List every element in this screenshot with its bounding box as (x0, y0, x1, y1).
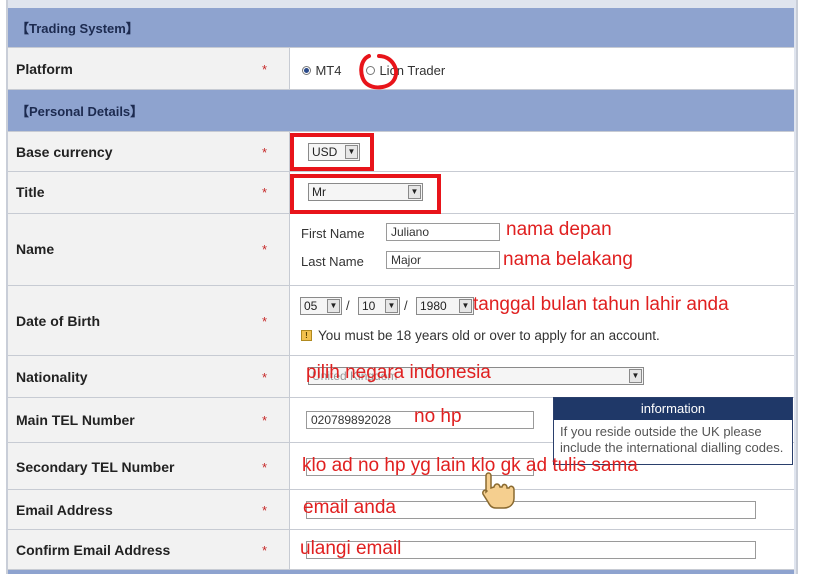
label-cell: Base currency * (8, 132, 290, 171)
label-cell: Title * (8, 172, 290, 213)
base-currency-label: Base currency (16, 144, 113, 160)
select-value: 10 (362, 299, 376, 313)
section-header-next (8, 570, 794, 574)
option-label: MT4 (315, 63, 342, 78)
select-value: 1980 (420, 299, 447, 313)
dob-month-select[interactable]: 10 ▼ (358, 297, 400, 315)
first-name-input[interactable]: Juliano (386, 223, 500, 241)
label-cell: Confirm Email Address * (8, 530, 290, 569)
annotation-first-name: nama depan (506, 219, 612, 240)
label-cell: Main TEL Number * (8, 398, 290, 442)
required-mark: * (262, 503, 268, 518)
annotation-secondary-tel: klo ad no hp yg lain klo gk ad tulis sam… (302, 455, 638, 476)
last-name-label: Last Name (301, 254, 364, 269)
date-separator: / (404, 298, 408, 313)
dob-year-select[interactable]: 1980 ▼ (416, 297, 474, 315)
chevron-down-icon: ▼ (459, 299, 472, 313)
select-value: 05 (304, 299, 318, 313)
label-cell: Email Address * (8, 490, 290, 529)
required-mark: * (262, 314, 268, 329)
first-name-label: First Name (301, 226, 365, 241)
title-label: Title (16, 184, 45, 200)
required-mark: * (262, 543, 268, 558)
annotation-email: email anda (303, 497, 396, 518)
name-label: Name (16, 241, 55, 257)
section-header-trading-system: 【Trading System】 (8, 8, 794, 48)
input-value: Juliano (391, 225, 430, 239)
email-row: Email Address * (8, 490, 794, 530)
required-mark: * (262, 145, 268, 160)
main-tel-label: Main TEL Number (16, 412, 135, 428)
required-mark: * (262, 185, 268, 200)
circle-mark-icon (359, 54, 398, 90)
email-label: Email Address (16, 502, 113, 518)
annotation-confirm-email: ulangi email (300, 538, 402, 559)
warning-icon: ! (301, 330, 312, 341)
label-cell: Nationality * (8, 356, 290, 397)
base-currency-row: Base currency * USD ▼ (8, 132, 794, 172)
section-title: 【Personal Details】 (16, 104, 144, 119)
section-title: 【Trading System】 (16, 21, 139, 36)
chevron-down-icon: ▼ (327, 299, 340, 313)
chevron-down-icon: ▼ (385, 299, 398, 313)
nationality-label: Nationality (16, 369, 88, 385)
section-header-personal-details: 【Personal Details】 (8, 90, 794, 132)
required-mark: * (262, 370, 268, 385)
label-cell: Secondary TEL Number * (8, 443, 290, 489)
highlight-base-currency (290, 133, 374, 171)
annotation-dob: tanggal bulan tahun lahir anda (473, 294, 729, 315)
radio-mt4[interactable] (302, 66, 311, 76)
required-mark: * (262, 413, 268, 428)
highlight-title (290, 174, 441, 214)
name-row: Name * First Name Juliano Last Name Majo… (8, 214, 794, 286)
required-mark: * (262, 62, 268, 77)
chevron-down-icon: ▼ (629, 369, 642, 383)
label-cell: Platform * (8, 48, 290, 89)
tooltip-title: information (554, 398, 792, 420)
required-mark: * (262, 460, 268, 475)
platform-option-mt4[interactable]: MT4 (302, 62, 341, 80)
age-note: You must be 18 years old or over to appl… (318, 328, 660, 343)
tooltip-body: If you reside outside the UK please incl… (560, 424, 784, 455)
annotation-last-name: nama belakang (503, 249, 633, 270)
last-name-input[interactable]: Major (386, 251, 500, 269)
dob-label: Date of Birth (16, 313, 100, 329)
annotation-main-tel: no hp (414, 406, 462, 427)
platform-label: Platform (16, 61, 73, 77)
dob-day-select[interactable]: 05 ▼ (300, 297, 342, 315)
label-cell: Date of Birth * (8, 286, 290, 355)
confirm-email-label: Confirm Email Address (16, 542, 171, 558)
input-value: 020789892028 (311, 413, 392, 427)
label-cell: Name * (8, 214, 290, 285)
annotation-nationality: pilih negara indonesia (306, 362, 491, 383)
date-separator: / (346, 298, 350, 313)
secondary-tel-label: Secondary TEL Number (16, 459, 175, 475)
required-mark: * (262, 242, 268, 257)
input-value: Major (391, 253, 422, 267)
